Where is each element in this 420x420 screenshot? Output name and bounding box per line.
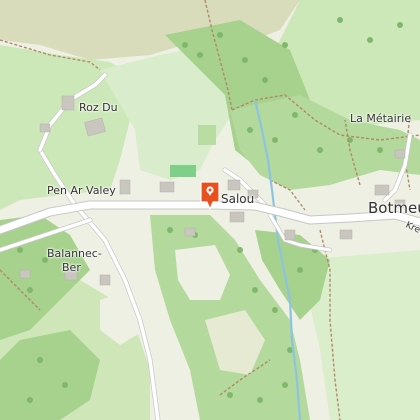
map-pin-icon[interactable] — [199, 180, 221, 210]
place-label-balannec-line1[interactable]: Balannec- — [47, 248, 102, 259]
building — [39, 123, 51, 133]
map-canvas[interactable] — [0, 0, 420, 420]
building — [184, 227, 196, 237]
sports-field — [170, 165, 196, 177]
place-label-botmeur[interactable]: Botmeur — [368, 201, 420, 216]
building — [119, 179, 131, 195]
building — [284, 229, 296, 241]
building — [99, 274, 111, 286]
building — [339, 229, 353, 240]
building — [19, 269, 31, 279]
building — [61, 95, 75, 111]
building — [394, 149, 406, 159]
building — [374, 184, 390, 196]
orchard — [198, 125, 216, 145]
building — [227, 179, 241, 191]
building — [229, 211, 245, 223]
place-label-roz-du[interactable]: Roz Du — [79, 102, 118, 113]
place-label-balannec-line2[interactable]: Ber — [62, 262, 81, 273]
map-view[interactable]: Roz Du Pen Ar Valey Salou La Métairie Bo… — [0, 0, 420, 420]
building — [159, 181, 175, 193]
place-label-la-metairie[interactable]: La Métairie — [350, 113, 411, 124]
place-label-salou[interactable]: Salou — [221, 193, 254, 205]
place-label-pen-ar-valey[interactable]: Pen Ar Valey — [47, 185, 116, 196]
